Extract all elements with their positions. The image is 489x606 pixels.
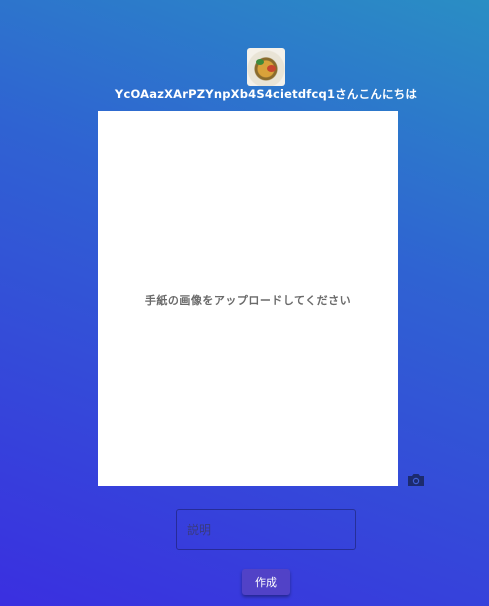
image-upload-area[interactable]: 手紙の画像をアップロードしてください xyxy=(98,111,398,486)
greeting-text: YcOAazXArPZYnpXb4S4cietdfcq1さんこんにちは xyxy=(114,87,418,101)
camera-icon xyxy=(408,474,424,486)
avatar xyxy=(247,48,285,86)
camera-button[interactable] xyxy=(406,472,426,488)
page: { "header": { "greeting": "YcOAazXArPZYn… xyxy=(0,0,489,606)
create-button[interactable]: 作成 xyxy=(242,569,290,595)
description-field[interactable] xyxy=(176,509,356,550)
upload-prompt: 手紙の画像をアップロードしてください xyxy=(144,294,352,307)
